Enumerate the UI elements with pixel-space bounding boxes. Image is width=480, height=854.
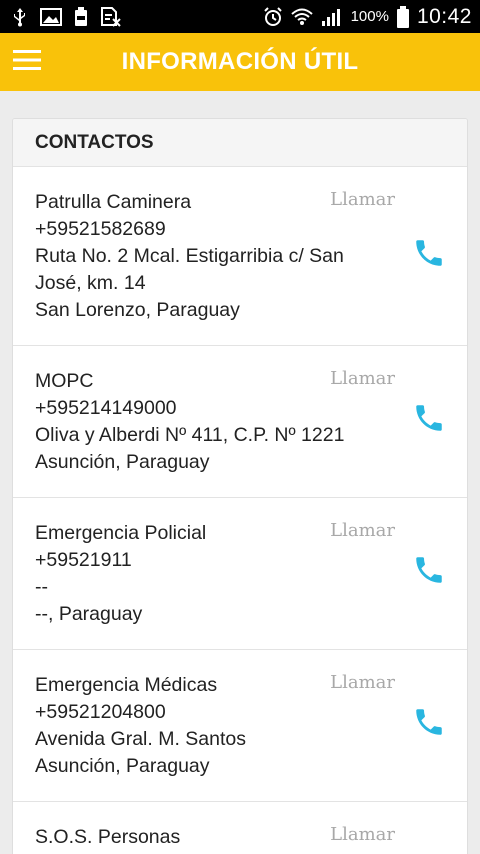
- contact-city: Asunción, Paraguay: [35, 451, 210, 473]
- phone-icon: [412, 705, 446, 744]
- call-button[interactable]: [409, 704, 449, 744]
- battery-percent: 100%: [350, 8, 389, 25]
- status-left: [12, 6, 122, 27]
- call-button[interactable]: [409, 235, 449, 275]
- contact-city: --, Paraguay: [35, 603, 143, 625]
- wifi-icon: [290, 7, 313, 27]
- contact-item[interactable]: Emergencia Médicas +59521204800 Avenida …: [13, 650, 467, 802]
- call-label[interactable]: Llamar: [330, 189, 395, 210]
- content-area[interactable]: CONTACTOS Patrulla Caminera +59521582689…: [0, 91, 480, 854]
- contact-address: Ruta No. 2 Mcal. Estigarribia c/ San Jos…: [35, 245, 344, 294]
- usb-icon: [12, 7, 28, 27]
- page-title: INFORMACIÓN ÚTIL: [121, 48, 359, 75]
- contact-phone: +59521911: [35, 549, 132, 571]
- alarm-icon: [263, 6, 283, 27]
- call-label[interactable]: Llamar: [330, 368, 395, 389]
- contact-item[interactable]: Patrulla Caminera +59521582689 Ruta No. …: [13, 167, 467, 346]
- contact-item[interactable]: MOPC +595214149000 Oliva y Alberdi Nº 41…: [13, 346, 467, 498]
- phone-icon: [412, 401, 446, 440]
- call-button[interactable]: [409, 552, 449, 592]
- contact-item[interactable]: Emergencia Policial +59521911 -- --, Par…: [13, 498, 467, 650]
- call-label[interactable]: Llamar: [330, 824, 395, 845]
- app-bar: INFORMACIÓN ÚTIL: [0, 33, 480, 91]
- signal-icon: [321, 7, 343, 27]
- status-bar: 100% 10:42: [0, 0, 480, 33]
- contact-phone: +59521204800: [35, 701, 166, 723]
- status-right: 100% 10:42: [263, 5, 472, 29]
- menu-button[interactable]: [0, 33, 54, 91]
- contact-name: S.O.S. Personas: [35, 826, 181, 848]
- phone-icon: [412, 236, 446, 275]
- contact-city: San Lorenzo, Paraguay: [35, 299, 240, 321]
- phone-icon: [412, 553, 446, 592]
- call-button[interactable]: [409, 400, 449, 440]
- battery-icon: [396, 5, 409, 28]
- image-icon: [40, 7, 62, 26]
- contact-city: Asunción, Paraguay: [35, 755, 210, 777]
- contacts-card: CONTACTOS Patrulla Caminera +59521582689…: [12, 118, 468, 854]
- menu-icon: [13, 49, 41, 76]
- clock: 10:42: [416, 4, 472, 28]
- contact-phone: +59521582689: [35, 218, 166, 240]
- contact-name: MOPC: [35, 370, 94, 392]
- call-label[interactable]: Llamar: [330, 520, 395, 541]
- contact-phone: +595214149000: [35, 397, 177, 419]
- contact-item[interactable]: S.O.S. Personas Llamar: [13, 802, 467, 854]
- contact-name: Emergencia Médicas: [35, 674, 218, 696]
- section-header: CONTACTOS: [13, 119, 467, 167]
- battery-saver-icon: [74, 6, 88, 27]
- contact-address: Oliva y Alberdi Nº 411, C.P. Nº 1221: [35, 424, 345, 446]
- sim-off-icon: [100, 6, 122, 27]
- contact-address: Avenida Gral. M. Santos: [35, 728, 246, 750]
- call-label[interactable]: Llamar: [330, 672, 395, 693]
- contact-name: Emergencia Policial: [35, 522, 207, 544]
- contact-address: --: [35, 576, 48, 598]
- contact-name: Patrulla Caminera: [35, 191, 192, 213]
